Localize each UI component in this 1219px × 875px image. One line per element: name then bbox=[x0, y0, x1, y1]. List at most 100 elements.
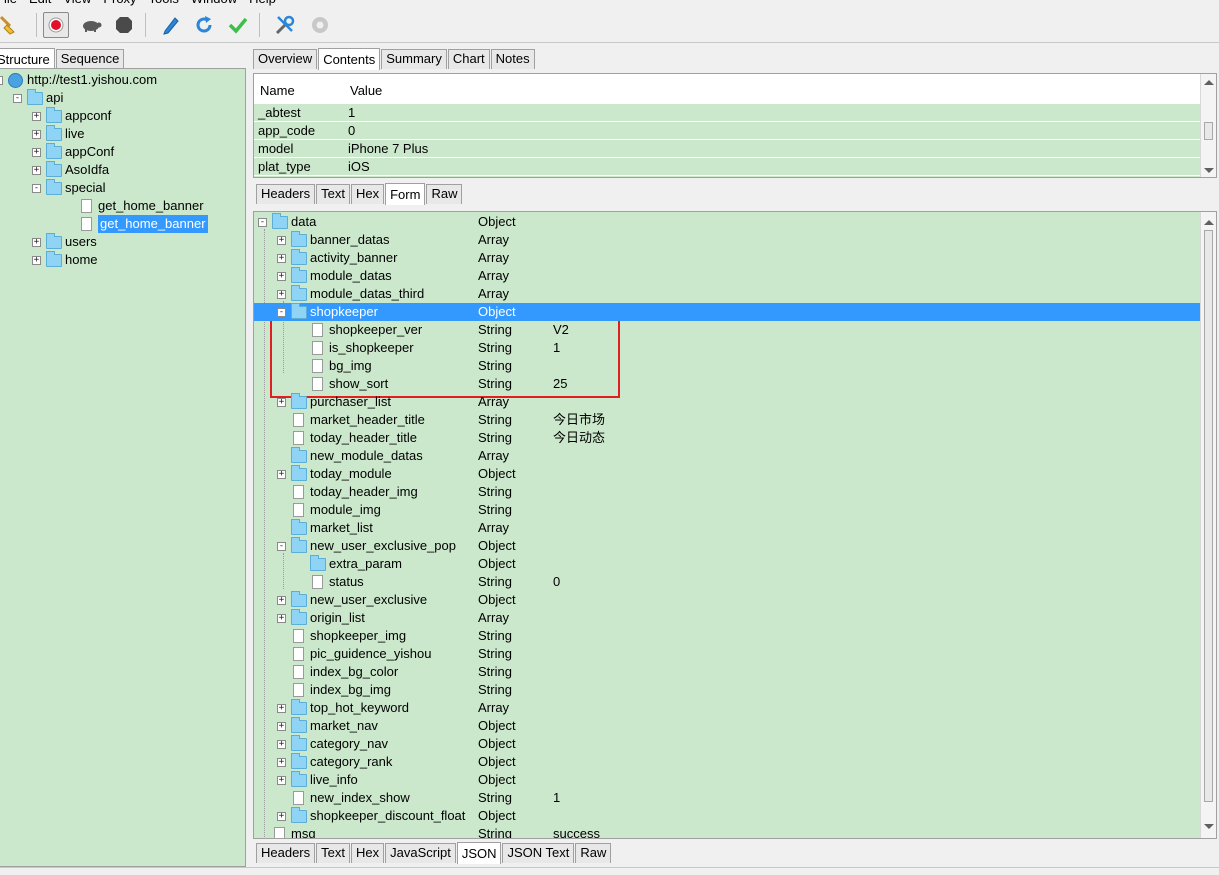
tab-summary[interactable]: Summary bbox=[381, 49, 447, 69]
expander-icon[interactable]: + bbox=[277, 397, 286, 407]
json-node[interactable]: + module_datas_third bbox=[277, 284, 424, 303]
tree-item[interactable]: + appconf bbox=[32, 106, 111, 125]
json-node[interactable]: msg bbox=[258, 825, 316, 838]
expander-icon[interactable]: + bbox=[277, 721, 286, 731]
json-node[interactable]: - shopkeeper bbox=[277, 302, 378, 321]
menu-window[interactable]: Window bbox=[185, 0, 243, 7]
tab-json-text[interactable]: JSON Text bbox=[502, 843, 575, 863]
check-icon[interactable] bbox=[225, 12, 251, 38]
tree-item[interactable]: + users bbox=[32, 232, 97, 251]
json-node[interactable]: + activity_banner bbox=[277, 248, 397, 267]
json-node[interactable]: + new_user_exclusive bbox=[277, 590, 427, 609]
expander-icon[interactable]: - bbox=[32, 183, 41, 193]
expander-icon[interactable]: + bbox=[32, 111, 41, 121]
tab-form[interactable]: Form bbox=[385, 183, 426, 205]
expander-icon[interactable]: + bbox=[277, 739, 286, 749]
json-node[interactable]: market_list bbox=[277, 518, 373, 537]
json-node[interactable]: index_bg_color bbox=[277, 663, 398, 681]
expander-icon[interactable]: - bbox=[277, 541, 286, 551]
tree-item[interactable]: - special bbox=[32, 178, 105, 197]
tab-headers[interactable]: Headers bbox=[256, 184, 316, 204]
json-node[interactable]: + top_hot_keyword bbox=[277, 698, 409, 717]
tab-contents[interactable]: Contents bbox=[318, 48, 381, 70]
json-node[interactable]: - new_user_exclusive_pop bbox=[277, 536, 456, 555]
json-node[interactable]: index_bg_img bbox=[277, 681, 391, 699]
expander-icon[interactable]: + bbox=[277, 235, 286, 245]
expander-icon[interactable]: - bbox=[0, 75, 3, 85]
expander-icon[interactable]: - bbox=[13, 93, 22, 103]
tab-text[interactable]: Text bbox=[316, 184, 350, 204]
expander-icon[interactable]: + bbox=[277, 271, 286, 281]
json-node[interactable]: + today_module bbox=[277, 464, 392, 483]
json-node[interactable]: today_header_title bbox=[277, 429, 417, 447]
tree-item[interactable]: + AsoIdfa bbox=[32, 160, 109, 179]
tree-item[interactable]: + appConf bbox=[32, 142, 114, 161]
expander-icon[interactable]: + bbox=[277, 757, 286, 767]
stop-icon[interactable] bbox=[111, 12, 137, 38]
menu-edit[interactable]: Edit bbox=[23, 0, 57, 7]
request-scrollbar[interactable] bbox=[1200, 74, 1216, 177]
menu-tools[interactable]: Tools bbox=[143, 0, 185, 7]
menu-help[interactable]: Help bbox=[243, 0, 282, 7]
json-scrollbar[interactable] bbox=[1200, 212, 1216, 838]
json-node[interactable]: + banner_datas bbox=[277, 230, 390, 249]
tree-item[interactable]: get_home_banner bbox=[65, 197, 204, 215]
json-node[interactable]: extra_param bbox=[296, 554, 402, 573]
tools-icon[interactable] bbox=[272, 12, 298, 38]
table-row[interactable]: plat_type iOS bbox=[254, 158, 1201, 176]
tab-javascript[interactable]: JavaScript bbox=[385, 843, 456, 863]
tree-item[interactable]: - api bbox=[13, 88, 63, 107]
tab-sequence[interactable]: Sequence bbox=[55, 49, 125, 69]
record-icon[interactable] bbox=[43, 12, 69, 38]
expander-icon[interactable]: + bbox=[32, 147, 41, 157]
json-node[interactable]: market_header_title bbox=[277, 411, 425, 429]
tab-hex[interactable]: Hex bbox=[350, 184, 385, 204]
expander-icon[interactable]: + bbox=[32, 237, 41, 247]
expander-icon[interactable]: + bbox=[277, 811, 286, 821]
json-node[interactable]: + module_datas bbox=[277, 266, 392, 285]
tree-item[interactable]: + live bbox=[32, 124, 85, 143]
col-header-value[interactable]: Value bbox=[350, 83, 382, 98]
tab-hex[interactable]: Hex bbox=[350, 843, 385, 863]
expander-icon[interactable]: - bbox=[277, 307, 286, 317]
expander-icon[interactable]: + bbox=[32, 255, 41, 265]
tab-raw[interactable]: Raw bbox=[426, 184, 463, 204]
json-node[interactable]: new_index_show bbox=[277, 789, 410, 807]
json-node[interactable]: + market_nav bbox=[277, 716, 378, 735]
expander-icon[interactable]: + bbox=[277, 595, 286, 605]
tab-headers[interactable]: Headers bbox=[256, 843, 316, 863]
json-node[interactable]: today_header_img bbox=[277, 483, 418, 501]
json-node[interactable]: + purchaser_list bbox=[277, 392, 391, 411]
tab-text[interactable]: Text bbox=[316, 843, 350, 863]
json-node[interactable]: - data bbox=[258, 212, 316, 231]
expander-icon[interactable]: + bbox=[277, 613, 286, 623]
tree-host[interactable]: - http://test1.yishou.com bbox=[0, 71, 157, 89]
tab-json[interactable]: JSON bbox=[456, 842, 502, 864]
menu-proxy[interactable]: Proxy bbox=[97, 0, 142, 7]
json-node[interactable]: + origin_list bbox=[277, 608, 365, 627]
expander-icon[interactable]: + bbox=[32, 165, 41, 175]
tab-chart[interactable]: Chart bbox=[447, 49, 490, 69]
json-node[interactable]: bg_img bbox=[296, 357, 372, 375]
table-row[interactable]: _abtest 1 bbox=[254, 104, 1201, 122]
expander-icon[interactable]: + bbox=[277, 289, 286, 299]
menu-view[interactable]: View bbox=[57, 0, 97, 7]
json-node[interactable]: shopkeeper_img bbox=[277, 627, 406, 645]
expander-icon[interactable]: + bbox=[32, 129, 41, 139]
broom-icon[interactable] bbox=[0, 12, 22, 38]
json-node[interactable]: new_module_datas bbox=[277, 446, 423, 465]
col-header-name[interactable]: Name bbox=[260, 83, 295, 98]
tab-overview[interactable]: Overview bbox=[253, 49, 318, 69]
refresh-icon[interactable] bbox=[191, 12, 217, 38]
expander-icon[interactable]: + bbox=[277, 469, 286, 479]
turtle-icon[interactable] bbox=[78, 12, 104, 38]
json-node[interactable]: + category_nav bbox=[277, 734, 388, 753]
tab-structure[interactable]: Structure bbox=[0, 48, 55, 70]
tree-item[interactable]: + home bbox=[32, 250, 98, 269]
tab-raw[interactable]: Raw bbox=[575, 843, 612, 863]
tree-item[interactable]: get_home_banner bbox=[65, 215, 208, 233]
json-node[interactable]: + category_rank bbox=[277, 752, 392, 771]
table-row[interactable]: model iPhone 7 Plus bbox=[254, 140, 1201, 158]
json-node[interactable]: shopkeeper_ver bbox=[296, 321, 422, 339]
json-node[interactable]: module_img bbox=[277, 501, 381, 519]
